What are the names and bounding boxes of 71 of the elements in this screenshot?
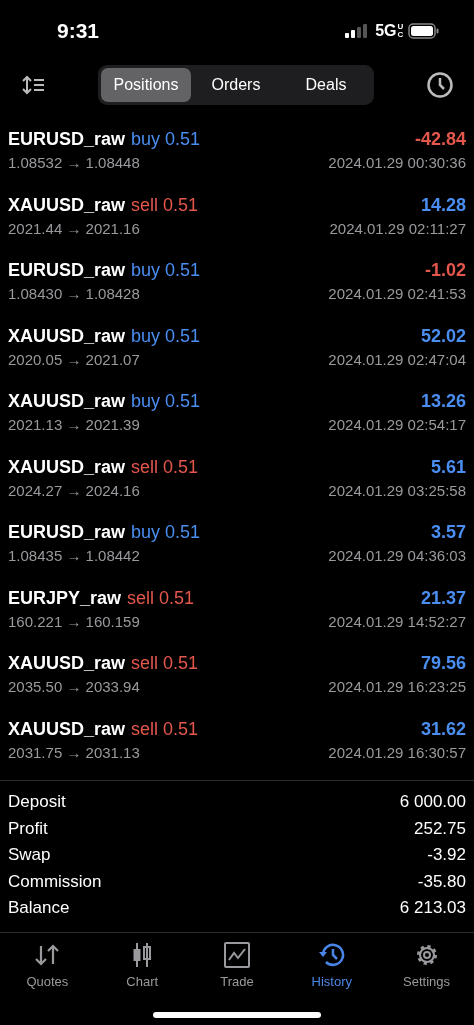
- deal-symbol: XAUUSD_raw: [8, 194, 126, 216]
- deal-time: 2024.01.29 00:30:36: [328, 154, 466, 171]
- summary-label: Balance: [8, 898, 70, 919]
- summary-value: 6 213.03: [399, 898, 466, 919]
- deal-profit: 79.56: [420, 653, 466, 674]
- summary-label: Commission: [8, 871, 102, 892]
- deal-time: 2024.01.29 02:47:04: [328, 350, 466, 368]
- summary-value: -35.80: [417, 871, 466, 892]
- deal-side: sell 0.51: [127, 587, 195, 609]
- deal-symbol: XAUUSD_raw: [8, 456, 126, 478]
- deal-symbol: XAUUSD_raw: [8, 718, 126, 740]
- deal-prices: 1.08430 → 1.08428: [8, 285, 140, 302]
- deal-prices: 2035.50 → 2033.94: [8, 678, 140, 695]
- deal-profit: -1.02: [424, 260, 466, 281]
- deal-time: 2024.01.29 16:23:25: [328, 678, 466, 695]
- deal-time: 2024.01.29 02:11:27: [329, 219, 466, 237]
- deal-symbol: EURUSD_raw: [8, 260, 126, 281]
- deal-prices: 2024.27 → 2024.16: [8, 481, 140, 499]
- tab[interactable]: Orders: [191, 68, 281, 102]
- deal-prices: 2021.44 → 2021.16: [8, 219, 140, 237]
- nav-tab[interactable]: History: [284, 940, 380, 990]
- summary-label: Profit: [8, 818, 48, 839]
- summary-value: 252.75: [414, 818, 466, 839]
- deal-time: 2024.01.29 02:54:17: [328, 416, 466, 433]
- deal-profit: 5.61: [430, 456, 466, 478]
- deal-symbol: EURUSD_raw: [8, 522, 126, 543]
- summary-label: Swap: [8, 845, 51, 866]
- deal-side: buy 0.51: [131, 522, 201, 543]
- deal-profit: -42.84: [414, 129, 466, 150]
- deal-side: sell 0.51: [131, 456, 199, 478]
- deal-side: sell 0.51: [131, 718, 199, 740]
- deal-side: buy 0.51: [131, 325, 201, 347]
- nav-tab[interactable]: Quotes: [0, 940, 95, 990]
- summary-value: 6 000.00: [399, 792, 466, 813]
- network-label: 5G: [375, 22, 397, 40]
- deal-side: buy 0.51: [131, 391, 201, 412]
- nav-tab[interactable]: Trade: [189, 940, 285, 990]
- deal-side: buy 0.51: [131, 129, 201, 150]
- deal-time: 2024.01.29 16:30:57: [328, 743, 466, 761]
- nav-tab[interactable]: Settings: [379, 940, 474, 990]
- deal-profit: 52.02: [420, 325, 466, 347]
- deal-side: sell 0.51: [131, 194, 199, 216]
- deal-prices: 160.221 → 160.159: [8, 612, 140, 630]
- nav-tab[interactable]: Chart: [94, 940, 190, 990]
- deal-time: 2024.01.29 03:25:58: [328, 481, 466, 499]
- deal-profit: 3.57: [430, 522, 466, 543]
- deal-prices: 1.08435 → 1.08442: [8, 547, 140, 564]
- deal-profit: 21.37: [420, 587, 466, 609]
- deal-prices: 2020.05 → 2021.07: [8, 350, 140, 368]
- summary-value: -3.92: [427, 845, 466, 866]
- deal-time: 2024.01.29 04:36:03: [328, 547, 466, 564]
- deal-side: buy 0.51: [131, 260, 201, 281]
- deal-symbol: XAUUSD_raw: [8, 391, 126, 412]
- deal-prices: 1.08532 → 1.08448: [8, 154, 140, 171]
- deal-prices: 2021.13 → 2021.39: [8, 416, 140, 433]
- tab[interactable]: Positions: [101, 68, 191, 102]
- deal-side: sell 0.51: [131, 653, 199, 674]
- deal-prices: 2031.75 → 2031.13: [8, 743, 140, 761]
- deal-symbol: EURJPY_raw: [8, 587, 122, 609]
- deal-profit: 31.62: [420, 718, 466, 740]
- deal-symbol: XAUUSD_raw: [8, 325, 126, 347]
- deal-symbol: XAUUSD_raw: [8, 653, 126, 674]
- deal-profit: 14.28: [420, 194, 466, 216]
- network-suffix: UC: [397, 23, 402, 39]
- deal-time: 2024.01.29 02:41:53: [328, 285, 466, 302]
- summary-label: Deposit: [8, 792, 66, 813]
- tab[interactable]: Deals: [281, 68, 371, 102]
- deal-symbol: EURUSD_raw: [8, 129, 126, 150]
- status-time: 9:31: [57, 19, 100, 43]
- deal-time: 2024.01.29 14:52:27: [328, 612, 466, 630]
- deal-profit: 13.26: [420, 391, 466, 412]
